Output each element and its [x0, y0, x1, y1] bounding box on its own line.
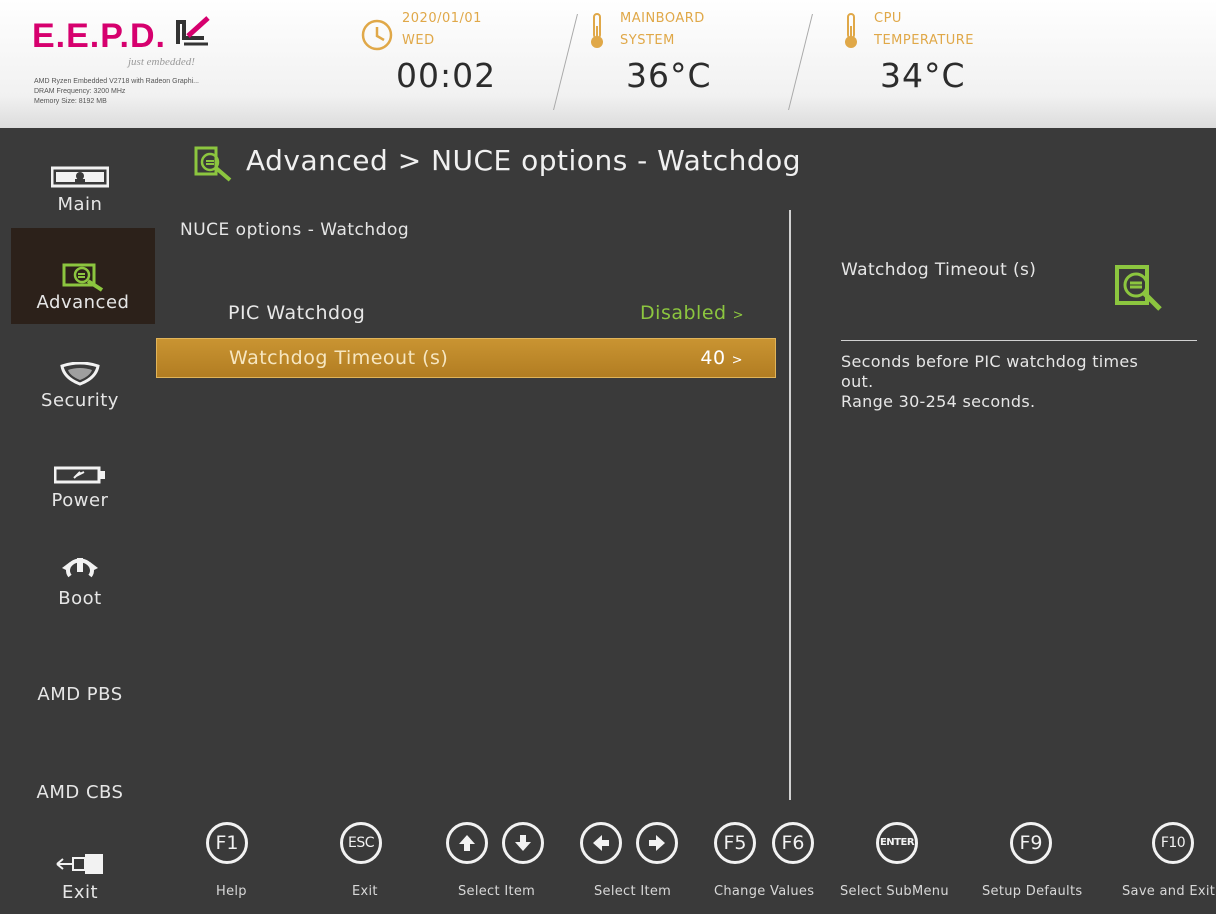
submenu-arrow: >	[731, 353, 743, 368]
mainboard-temp-value: 36°C	[626, 56, 712, 95]
key-caption: Save and Exit	[1122, 884, 1216, 899]
down-arrow-key[interactable]	[502, 822, 544, 864]
system-info: AMD Ryzen Embedded V2718 with Radeon Gra…	[34, 77, 199, 107]
help-line: out.	[841, 372, 874, 391]
option-value-text: 40	[700, 347, 726, 369]
sidebar-item-security[interactable]: Security	[0, 356, 160, 452]
option-value[interactable]: 40 >	[700, 347, 743, 369]
sidebar-item-label: Security	[41, 390, 119, 411]
f1-key[interactable]: F1	[206, 822, 248, 864]
monitor-icon	[51, 166, 109, 188]
advanced-icon	[62, 263, 104, 292]
up-arrow-icon	[459, 835, 475, 851]
cpu-temp-value: 34°C	[880, 56, 966, 95]
thermometer-icon	[591, 13, 603, 48]
memory-info-line: Memory Size: 8192 MB	[34, 98, 107, 105]
sidebar-item-amd-pbs[interactable]: AMD PBS	[0, 650, 160, 746]
header-separator	[788, 14, 813, 110]
option-watchdog-timeout[interactable]: Watchdog Timeout (s) 40 >	[156, 338, 776, 378]
eepd-logo: E.E.P.D. just embedded!	[32, 16, 210, 68]
esc-key[interactable]: ESC	[340, 822, 382, 864]
advanced-icon	[194, 146, 232, 182]
panel-divider	[789, 210, 791, 800]
key-caption: Exit	[352, 884, 378, 899]
sidebar-item-label: Advanced	[36, 292, 130, 313]
key-caption: Help	[216, 884, 247, 899]
key-caption: Setup Defaults	[982, 884, 1083, 899]
header-bar: E.E.P.D. just embedded! AMD Ryzen Embedd…	[0, 0, 1216, 128]
help-description: Seconds before PIC watchdog times out. R…	[841, 352, 1201, 412]
option-value[interactable]: Disabled >	[640, 302, 744, 324]
submenu-arrow: >	[732, 308, 744, 323]
cpu-label: CPU	[874, 11, 902, 26]
option-value-text: Disabled	[640, 302, 727, 324]
key-exit[interactable]: ESC Exit	[340, 822, 400, 912]
help-divider	[841, 340, 1197, 341]
key-help[interactable]: F1 Help	[206, 822, 266, 912]
mainboard-temp-block: MAINBOARD SYSTEM 36°C	[588, 0, 788, 128]
sidebar-item-label: AMD PBS	[37, 684, 123, 705]
clock-block: 2020/01/01 WED 00:02	[360, 0, 560, 128]
key-caption: Change Values	[714, 884, 815, 899]
down-arrow-icon	[515, 835, 531, 851]
right-arrow-icon	[649, 835, 665, 851]
up-arrow-key[interactable]	[446, 822, 488, 864]
left-arrow-key[interactable]	[580, 822, 622, 864]
key-save-exit[interactable]: F10 Save and Exit	[1120, 822, 1216, 912]
sidebar-item-label: Exit	[61, 882, 99, 903]
key-change-values[interactable]: F5 F6 Change Values	[714, 822, 834, 912]
sidebar-item-power[interactable]: Power	[0, 454, 160, 550]
key-setup-defaults[interactable]: F9 Setup Defaults	[982, 822, 1102, 912]
breadcrumb-text: Advanced > NUCE options - Watchdog	[246, 144, 802, 177]
advanced-icon	[1115, 265, 1162, 311]
sidebar-item-boot[interactable]: Boot	[0, 552, 160, 648]
key-select-item-vertical[interactable]: Select Item	[446, 822, 556, 912]
sidebar-item-label: Power	[51, 490, 109, 511]
logo-text: E.E.P.D.	[32, 17, 166, 55]
sidebar-item-amd-cbs[interactable]: AMD CBS	[0, 748, 160, 844]
cpu-info-line: AMD Ryzen Embedded V2718 with Radeon Gra…	[34, 78, 199, 85]
f9-key[interactable]: F9	[1010, 822, 1052, 864]
dram-info-line: DRAM Frequency: 3200 MHz	[34, 88, 126, 95]
mainboard-sublabel: SYSTEM	[620, 33, 675, 48]
cpu-sublabel: TEMPERATURE	[874, 33, 975, 48]
f5-key[interactable]: F5	[714, 822, 756, 864]
key-select-submenu[interactable]: ENTER Select SubMenu	[840, 822, 970, 912]
f10-key[interactable]: F10	[1152, 822, 1194, 864]
right-arrow-key[interactable]	[636, 822, 678, 864]
date-label: 2020/01/01	[402, 11, 482, 26]
battery-icon	[54, 466, 105, 484]
help-line: Range 30-254 seconds.	[841, 392, 1036, 411]
sidebar-item-advanced[interactable]: Advanced	[11, 228, 155, 324]
option-label: PIC Watchdog	[228, 302, 366, 324]
clock-icon	[361, 19, 393, 51]
sidebar-item-label: AMD CBS	[36, 782, 124, 803]
key-caption: Select Item	[594, 884, 672, 899]
mainboard-label: MAINBOARD	[620, 11, 705, 26]
sidebar-item-label: Main	[57, 194, 103, 215]
sidebar-nav: Main Advanced Security Power Boot AMD PB…	[0, 128, 160, 914]
logo-mark-icon	[176, 16, 210, 46]
help-title: Watchdog Timeout (s)	[841, 260, 1037, 280]
cpu-temp-block: CPU TEMPERATURE 34°C	[842, 0, 1042, 128]
thermometer-icon	[845, 13, 857, 48]
time-value: 00:02	[396, 56, 497, 95]
logo-tagline: just embedded!	[128, 56, 195, 68]
option-pic-watchdog[interactable]: PIC Watchdog Disabled >	[156, 294, 776, 334]
sidebar-item-label: Boot	[58, 588, 102, 609]
enter-key[interactable]: ENTER	[876, 822, 918, 864]
section-title: NUCE options - Watchdog	[180, 220, 410, 240]
f6-key[interactable]: F6	[772, 822, 814, 864]
shield-icon	[60, 362, 100, 386]
option-label: Watchdog Timeout (s)	[229, 347, 449, 369]
sidebar-item-exit[interactable]: Exit	[0, 846, 160, 914]
help-line: Seconds before PIC watchdog times	[841, 352, 1139, 371]
exit-plug-icon	[56, 854, 103, 874]
weekday-label: WED	[402, 33, 435, 48]
left-arrow-icon	[593, 835, 609, 851]
key-select-item-horizontal[interactable]: Select Item	[580, 822, 690, 912]
key-caption: Select SubMenu	[840, 884, 949, 899]
power-boot-icon	[62, 558, 98, 578]
key-caption: Select Item	[458, 884, 536, 899]
